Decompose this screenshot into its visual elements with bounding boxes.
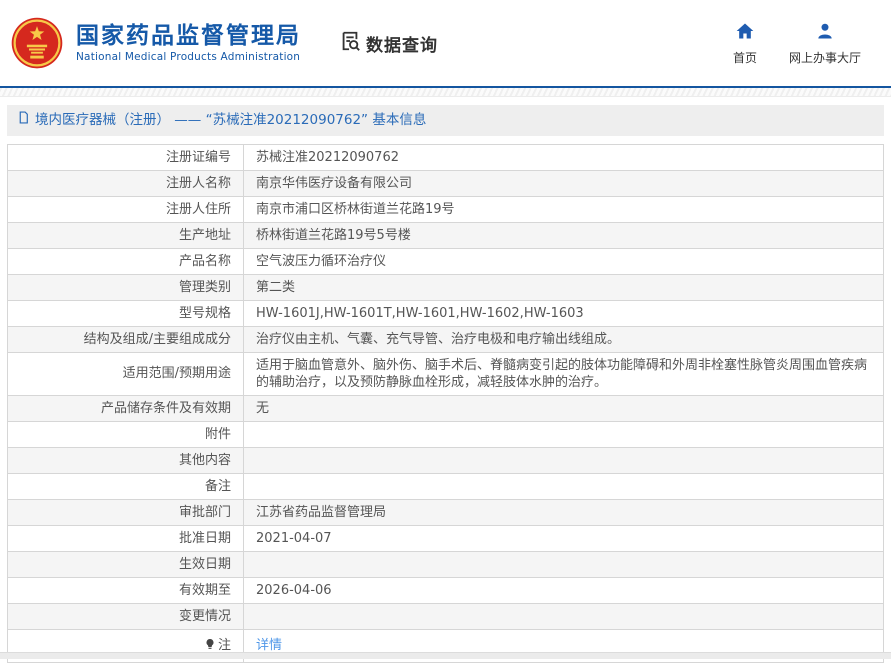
table-row: 附件 [7,420,884,448]
table-row: 产品储存条件及有效期无 [7,394,884,422]
row-value [243,550,884,578]
row-value: 桥林街道兰花路19号5号楼 [243,221,884,249]
row-label: 备注 [7,472,244,500]
registration-info-table: 注册证编号 苏械注准20212090762 注册人名称 南京华伟医疗设备有限公司 注册人… [7,143,884,663]
org-title-block: 国家药品监督管理局 National Medical Products Admi… [76,23,301,63]
row-value: 空气波压力循环治疗仪 [243,247,884,275]
document-search-icon [339,30,366,57]
national-emblem-logo [10,16,64,70]
breadcrumb-text: 境内医疗器械（注册） —— “苏械注准20212090762” 基本信息 [35,111,427,128]
row-value [243,602,884,630]
info-table-body: 注册证编号 苏械注准20212090762 注册人名称 南京华伟医疗设备有限公司 注册人… [7,143,884,663]
nav-service-hall-label: 网上办事大厅 [788,50,861,65]
row-value: 2021-04-07 [243,524,884,552]
table-row: 变更情况 [7,602,884,630]
table-row: 生效日期 [7,550,884,578]
hatched-band [0,88,891,97]
details-link[interactable]: 详情 [256,638,282,653]
row-value: HW-1601J,HW-1601T,HW-1601,HW-1602,HW-160… [243,299,884,327]
nav-service-hall[interactable]: 网上办事大厅 [789,21,861,66]
row-value: 苏械注准20212090762 [243,143,884,171]
row-label: 结构及组成/主要组成成分 [7,325,244,353]
row-value: 第二类 [243,273,884,301]
row-value [243,446,884,474]
breadcrumb: 境内医疗器械（注册） —— “苏械注准20212090762” 基本信息 [7,105,884,136]
table-row: 注册人住所 南京市浦口区桥林街道兰花路19号 [7,195,884,223]
user-icon [815,21,835,49]
row-label: 有效期至 [7,576,244,604]
header: 国家药品监督管理局 National Medical Products Admi… [0,0,891,86]
home-icon [735,21,755,49]
row-value [243,472,884,500]
table-row: 有效期至 2026-04-06 [7,576,884,604]
row-value: 南京华伟医疗设备有限公司 [243,169,884,197]
row-label: 注册人住所 [7,195,244,223]
table-row: 注册人名称 南京华伟医疗设备有限公司 [7,169,884,197]
data-query-label: 数据查询 [366,35,438,56]
row-label: 适用范围/预期用途 [7,351,244,396]
table-row: 适用范围/预期用途 适用于脑血管意外、脑外伤、脑手术后、脊髓病变引起的肢体功能障碍… [7,351,884,396]
table-row: 其他内容 [7,446,884,474]
row-label: 型号规格 [7,299,244,327]
data-query-tab[interactable]: 数据查询 [339,30,438,57]
table-row: 批准日期 2021-04-07 [7,524,884,552]
row-label: 管理类别 [7,273,244,301]
row-value: 无 [243,394,884,422]
row-value: 适用于脑血管意外、脑外伤、脑手术后、脊髓病变引起的肢体功能障碍和外周非栓塞性脉管… [243,351,884,396]
row-value [243,420,884,448]
table-row: 结构及组成/主要组成成分 治疗仪由主机、气囊、充气导管、治疗电极和电疗输出线组成。 [7,325,884,353]
document-icon [17,111,35,130]
row-value: 江苏省药品监督管理局 [243,498,884,526]
table-row: 审批部门 江苏省药品监督管理局 [7,498,884,526]
row-label: 审批部门 [7,498,244,526]
row-label: 注册人名称 [7,169,244,197]
table-row: 备注 [7,472,884,500]
header-nav: 首页 网上办事大厅 [733,21,861,66]
table-row: 管理类别 第二类 [7,273,884,301]
row-label: 其他内容 [7,446,244,474]
row-label: 产品储存条件及有效期 [7,394,244,422]
row-label: 注册证编号 [7,143,244,171]
org-name-en: National Medical Products Administration [76,51,301,64]
table-row: 产品名称 空气波压力循环治疗仪 [7,247,884,275]
row-label: 产品名称 [7,247,244,275]
table-row: 生产地址 桥林街道兰花路19号5号楼 [7,221,884,249]
table-row: 注册证编号 苏械注准20212090762 [7,143,884,171]
row-value: 2026-04-06 [243,576,884,604]
row-label: 批准日期 [7,524,244,552]
row-label: 生效日期 [7,550,244,578]
footer-band [0,652,891,659]
nav-home-label: 首页 [732,50,757,65]
org-name-cn: 国家药品监督管理局 [76,22,301,49]
row-label: 生产地址 [7,221,244,249]
nav-home[interactable]: 首页 [733,21,757,66]
row-value: 南京市浦口区桥林街道兰花路19号 [243,195,884,223]
row-label: 变更情况 [7,602,244,630]
row-label: 附件 [7,420,244,448]
row-value: 治疗仪由主机、气囊、充气导管、治疗电极和电疗输出线组成。 [243,325,884,353]
table-row: 型号规格 HW-1601J,HW-1601T,HW-1601,HW-1602,HW… [7,299,884,327]
